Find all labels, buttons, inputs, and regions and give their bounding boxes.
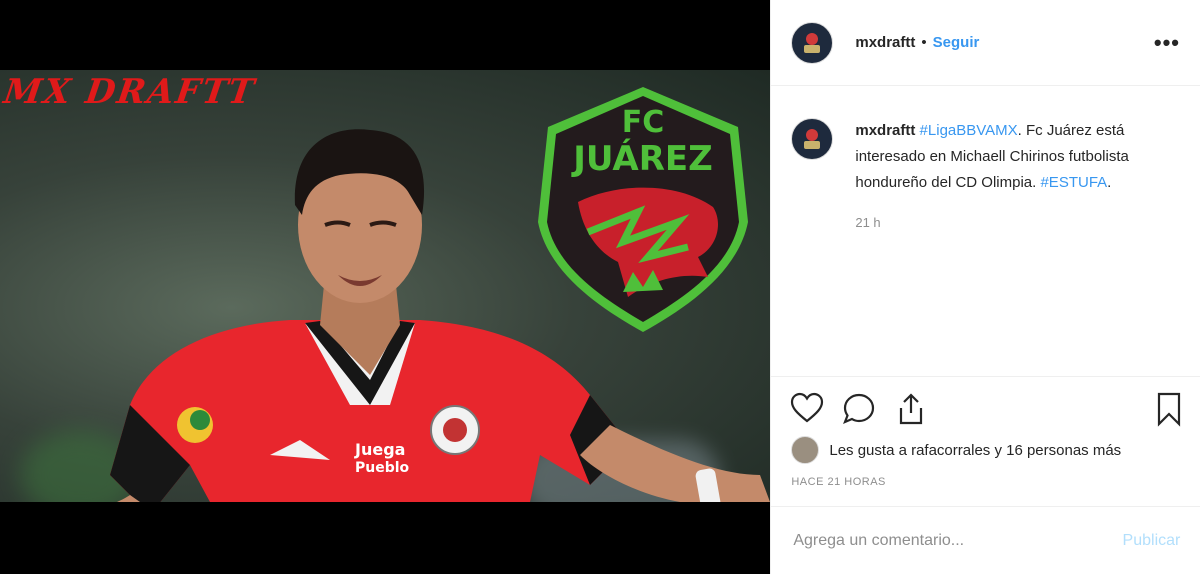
action-bar (771, 376, 1200, 445)
likes-summary[interactable]: Les gusta a rafacorrales y 16 personas m… (791, 436, 1121, 464)
jersey-sponsor: Pueblo (355, 460, 410, 476)
likes-text[interactable]: Les gusta a rafacorrales y 16 personas m… (829, 442, 1121, 459)
comment-input[interactable] (791, 530, 1123, 551)
avatar-icon (804, 129, 821, 149)
comment-icon[interactable] (841, 391, 877, 427)
share-icon[interactable] (893, 391, 929, 427)
crest-fc-text: FC (622, 105, 665, 140)
username[interactable]: mxdraftt (855, 34, 915, 51)
avatar[interactable] (791, 118, 834, 160)
avatar[interactable] (791, 21, 834, 64)
instagram-post: Juega Pueblo MX DRAFTT FC JUÁREZ mxdraft… (0, 0, 1200, 574)
jersey-sponsor: Juega (354, 440, 405, 459)
bookmark-icon[interactable] (1151, 391, 1187, 427)
post-sidebar: mxdraftt • Seguir ••• mxdraftt #LigaBBVA… (770, 0, 1200, 574)
post-header: mxdraftt • Seguir ••• (771, 0, 1200, 86)
post-timestamp[interactable]: HACE 21 HORAS (791, 476, 886, 488)
avatar-icon (804, 32, 821, 53)
hashtag-link[interactable]: #ESTUFA (1040, 174, 1107, 191)
fc-juarez-crest: FC JUÁREZ (538, 87, 748, 332)
publish-button[interactable]: Publicar (1123, 532, 1181, 550)
more-options-icon[interactable]: ••• (1154, 30, 1180, 56)
follow-button[interactable]: Seguir (933, 34, 980, 51)
separator-dot: • (921, 34, 927, 51)
hashtag-link[interactable]: #LigaBBVAMX (920, 122, 1018, 139)
watermark-text: MX DRAFTT (1, 72, 259, 112)
post-media[interactable]: Juega Pueblo MX DRAFTT FC JUÁREZ (0, 0, 771, 574)
caption-text: mxdraftt #LigaBBVAMX. Fc Juárez está int… (855, 118, 1155, 236)
liker-avatar[interactable] (791, 436, 820, 464)
caption-punct: . (1017, 122, 1022, 139)
caption-punct: . (1107, 174, 1112, 191)
comment-box: Publicar (771, 506, 1200, 574)
caption: mxdraftt #LigaBBVAMX. Fc Juárez está int… (771, 86, 1200, 236)
post-photo: Juega Pueblo MX DRAFTT FC JUÁREZ (0, 70, 771, 502)
caption-time[interactable]: 21 h (855, 210, 1155, 236)
heart-icon[interactable] (789, 391, 825, 427)
caption-username[interactable]: mxdraftt (855, 122, 915, 139)
crest-juarez-text: JUÁREZ (571, 138, 713, 179)
